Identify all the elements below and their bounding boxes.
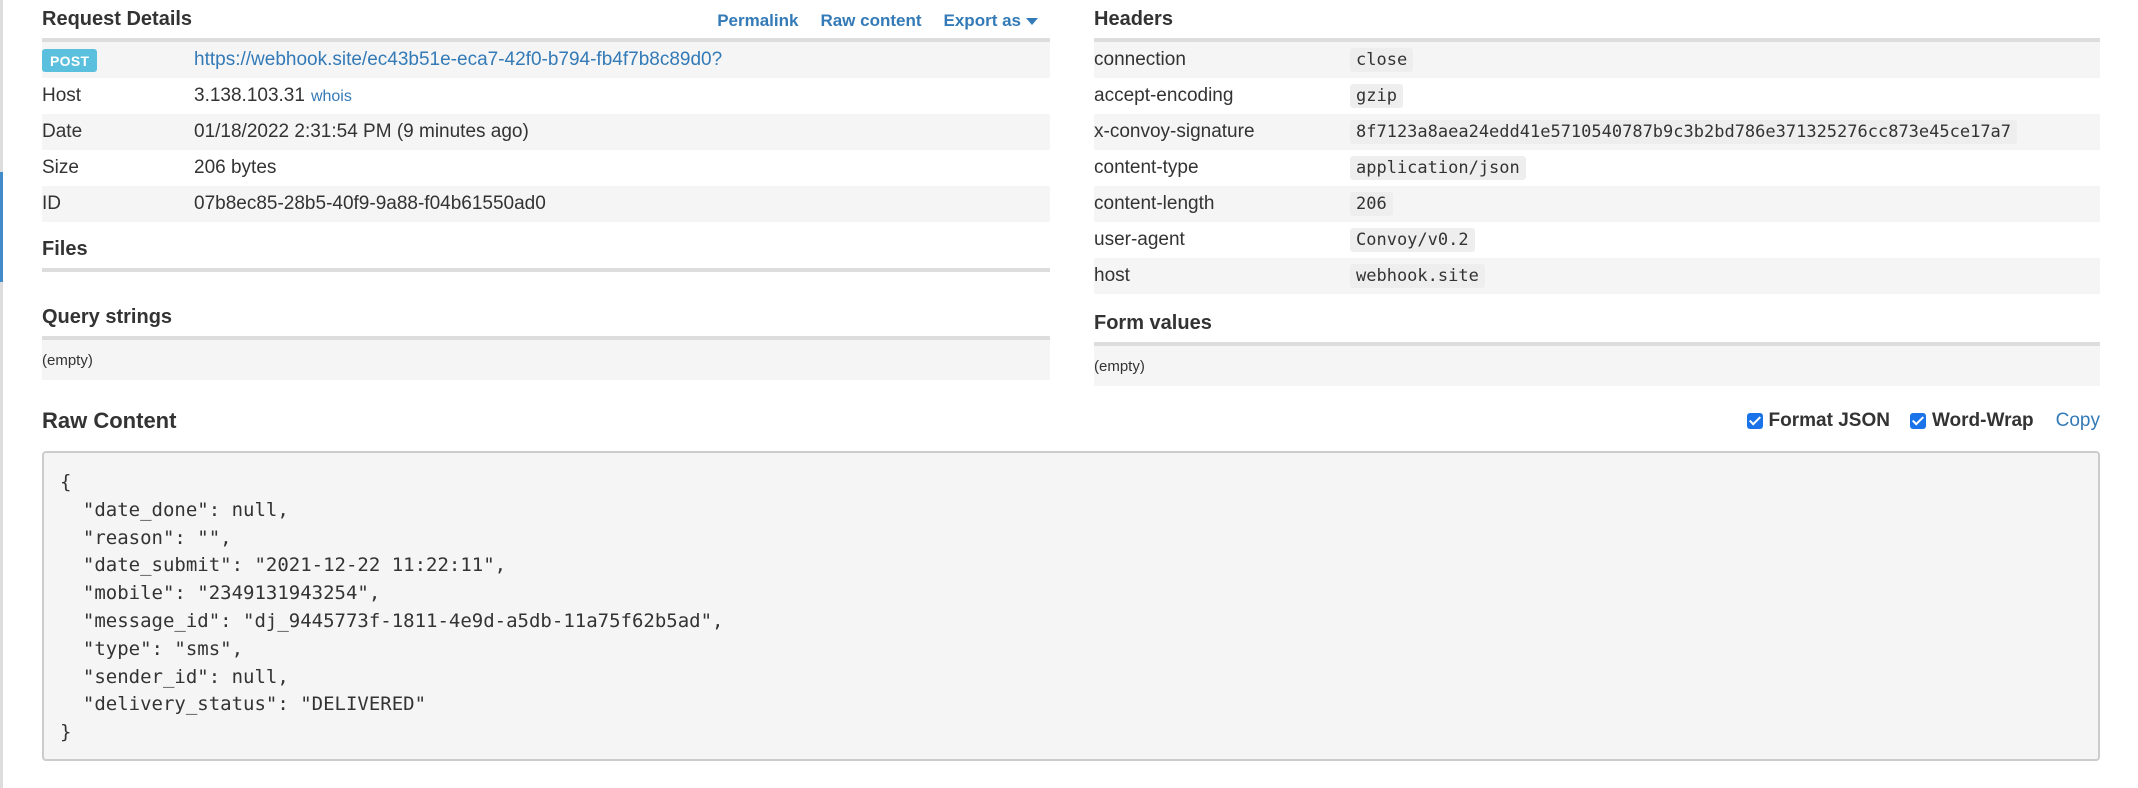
header-row: accept-encoding gzip — [1094, 78, 2100, 114]
header-key: content-length — [1094, 193, 1215, 214]
date-value: 01/18/2022 2:31:54 PM (9 minutes ago) — [194, 121, 529, 142]
size-label: Size — [42, 157, 79, 178]
header-key: accept-encoding — [1094, 85, 1234, 106]
header-key: connection — [1094, 49, 1186, 70]
export-as-dropdown[interactable]: Export as — [944, 11, 1038, 31]
format-json-checkbox[interactable] — [1746, 413, 1763, 429]
header-row: host webhook.site — [1094, 258, 2100, 294]
size-row: Size 206 bytes — [42, 150, 1050, 186]
format-json-label: Format JSON — [1768, 410, 1890, 431]
query-strings-title: Query strings — [42, 306, 173, 328]
form-values-empty: (empty) — [1094, 346, 2100, 386]
raw-content-title: Raw Content — [42, 408, 177, 433]
request-details-header: Request Details Permalink Raw content Ex… — [42, 0, 1050, 42]
query-strings-empty: (empty) — [42, 340, 1050, 380]
files-title: Files — [42, 238, 88, 260]
format-json-toggle[interactable]: Format JSON — [1746, 410, 1890, 432]
word-wrap-checkbox[interactable] — [1909, 413, 1926, 429]
header-value: Convoy/v0.2 — [1350, 228, 1475, 252]
word-wrap-label: Word-Wrap — [1931, 410, 2034, 431]
header-value: webhook.site — [1350, 264, 1485, 288]
id-label: ID — [42, 193, 61, 214]
copy-button[interactable]: Copy — [2056, 410, 2100, 432]
header-row: x-convoy-signature 8f7123a8aea24edd41e57… — [1094, 114, 2100, 150]
header-key: content-type — [1094, 157, 1199, 178]
caret-down-icon — [1026, 18, 1038, 26]
id-value: 07b8ec85-28b5-40f9-9a88-f04b61550ad0 — [194, 193, 546, 214]
raw-content-box[interactable]: { "date_done": null, "reason": "", "date… — [42, 451, 2100, 761]
host-row: Host 3.138.103.31 whois — [42, 78, 1050, 114]
header-row: content-length 206 — [1094, 186, 2100, 222]
request-url-row: POST https://webhook.site/ec43b51e-eca7-… — [42, 42, 1050, 78]
header-row: user-agent Convoy/v0.2 — [1094, 222, 2100, 258]
host-label: Host — [42, 85, 82, 106]
form-values-header: Form values — [1094, 304, 2100, 346]
form-values-title: Form values — [1094, 312, 1212, 334]
raw-content-header: Raw Content Format JSON Word-Wrap Copy — [42, 400, 2100, 446]
header-value: 206 — [1350, 192, 1393, 216]
header-value: 8f7123a8aea24edd41e5710540787b9c3b2bd786… — [1350, 120, 2018, 144]
headers-panel: Headers connection close accept-encoding… — [1094, 0, 2100, 386]
raw-content-body: { "date_done": null, "reason": "", "date… — [60, 471, 724, 744]
size-value: 206 bytes — [194, 157, 277, 178]
request-details-title: Request Details — [42, 8, 193, 30]
permalink-link[interactable]: Permalink — [717, 11, 798, 31]
sidebar-active-indicator — [0, 172, 3, 282]
id-row: ID 07b8ec85-28b5-40f9-9a88-f04b61550ad0 — [42, 186, 1050, 222]
headers-header: Headers — [1094, 0, 2100, 42]
date-label: Date — [42, 121, 83, 142]
request-actions: Permalink Raw content Export as — [717, 11, 1038, 31]
whois-link[interactable]: whois — [311, 88, 352, 105]
query-strings-header: Query strings — [42, 298, 1050, 340]
header-key: host — [1094, 265, 1130, 286]
date-row: Date 01/18/2022 2:31:54 PM (9 minutes ag… — [42, 114, 1050, 150]
header-key: x-convoy-signature — [1094, 121, 1255, 142]
raw-content-link[interactable]: Raw content — [820, 11, 921, 31]
word-wrap-toggle[interactable]: Word-Wrap — [1909, 410, 2034, 432]
host-value: 3.138.103.31 — [194, 85, 305, 106]
header-key: user-agent — [1094, 229, 1185, 250]
header-row: connection close — [1094, 42, 2100, 78]
request-url-link[interactable]: https://webhook.site/ec43b51e-eca7-42f0-… — [194, 49, 722, 70]
export-as-label: Export as — [943, 11, 1021, 30]
headers-title: Headers — [1094, 8, 1173, 30]
files-header: Files — [42, 230, 1050, 272]
header-value: gzip — [1350, 84, 1403, 108]
header-value: application/json — [1350, 156, 1526, 180]
raw-content-controls: Format JSON Word-Wrap Copy — [1727, 410, 2100, 432]
header-value: close — [1350, 48, 1414, 72]
sidebar-edge — [0, 0, 3, 788]
method-badge: POST — [42, 48, 98, 72]
header-row: content-type application/json — [1094, 150, 2100, 186]
request-details-panel: Request Details Permalink Raw content Ex… — [42, 0, 1050, 380]
